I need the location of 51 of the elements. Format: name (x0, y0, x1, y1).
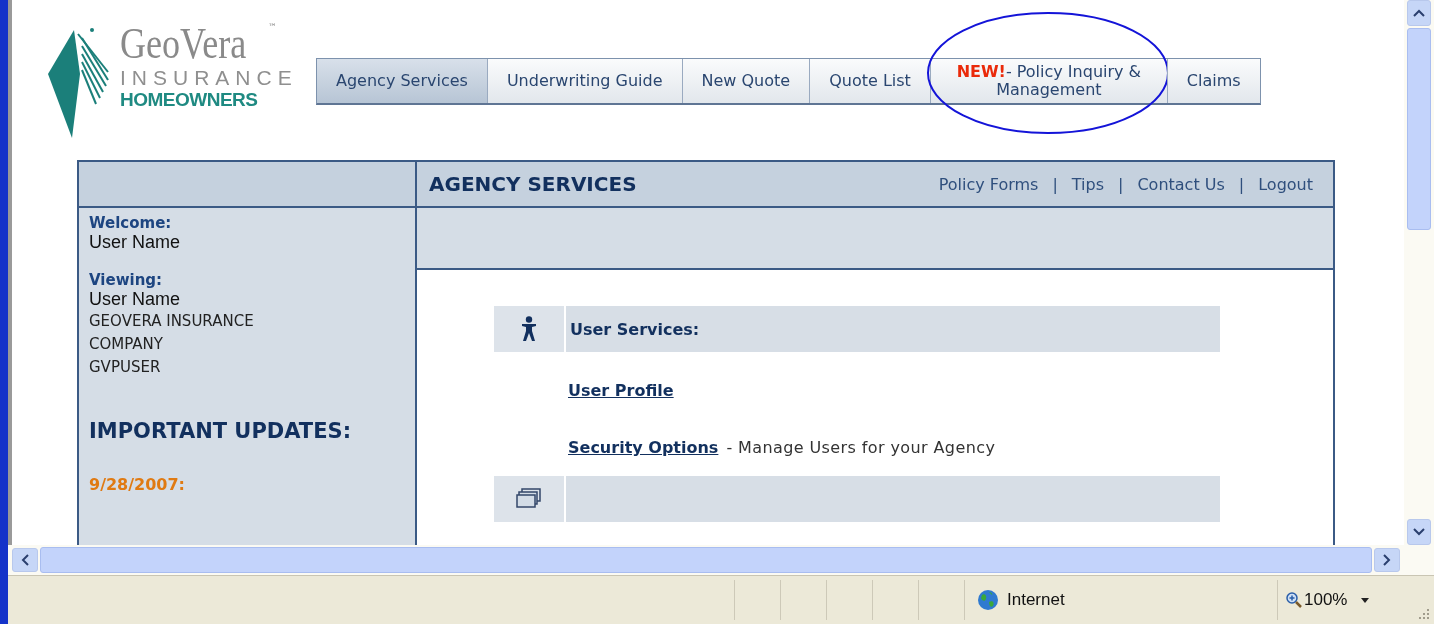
link-separator: | (1118, 174, 1124, 194)
scroll-down-button[interactable] (1407, 519, 1431, 545)
section-title: User Services: (570, 319, 700, 339)
scroll-right-button[interactable] (1374, 548, 1400, 572)
vertical-scrollbar[interactable] (1404, 0, 1434, 545)
scroll-thumb[interactable] (1407, 28, 1431, 230)
nav-tab[interactable]: New Quote (681, 59, 810, 103)
link-description: - Manage Users for your Agency (726, 438, 996, 457)
logo-homeowners: HOMEOWNERS (120, 89, 259, 112)
magnifier-icon (1286, 592, 1302, 608)
scroll-left-button[interactable] (12, 548, 38, 572)
scrollbar-corner (1404, 545, 1434, 575)
section-link[interactable]: Security Options (568, 438, 719, 457)
header-link[interactable]: Contact Us (1137, 174, 1225, 194)
user-name: User Name (89, 289, 182, 310)
trademark: ™ (268, 22, 277, 34)
update-date: 9/28/2007: (89, 475, 186, 494)
nav-tab[interactable]: Claims (1166, 59, 1260, 103)
viewing-label: Viewing: (89, 271, 164, 289)
viewing-detail: GEOVERA INSURANCE (89, 311, 255, 332)
nav-tab[interactable]: NEW!- Policy Inquiry & Management (929, 59, 1167, 103)
link-separator: | (1052, 174, 1058, 194)
zoom-button[interactable]: 100% (1286, 590, 1348, 610)
section-link[interactable]: User Profile (568, 381, 674, 400)
chevron-down-icon (1413, 528, 1425, 536)
globe-icon (977, 589, 999, 611)
nav-tab[interactable]: Agency Services (317, 59, 487, 103)
chevron-left-icon (21, 554, 29, 566)
chevron-up-icon (1413, 9, 1425, 17)
link-separator: | (1238, 174, 1245, 194)
header-link[interactable]: Tips (1071, 174, 1105, 194)
security-zone: Internet (1007, 590, 1065, 610)
person-icon (521, 316, 537, 342)
viewing-detail: COMPANY (89, 334, 164, 355)
header-link[interactable]: Policy Forms (938, 174, 1039, 194)
scroll-thumb[interactable] (40, 547, 1372, 573)
viewing-detail: GVPUSER (89, 357, 162, 378)
resize-grip-icon[interactable] (1416, 606, 1430, 620)
header-link[interactable]: Logout (1258, 174, 1313, 194)
chevron-right-icon (1383, 554, 1391, 566)
horizontal-scrollbar[interactable] (8, 545, 1404, 575)
panel-title: AGENCY SERVICES (429, 172, 637, 196)
logo-insurance: INSURANCE (120, 66, 298, 90)
user-name: User Name (89, 232, 182, 253)
nav-tab[interactable]: Quote List (809, 59, 930, 103)
nav-tab[interactable]: Underwriting Guide (486, 59, 682, 103)
welcome-label: Welcome: (89, 214, 173, 232)
scroll-up-button[interactable] (1407, 0, 1431, 26)
dropdown-caret-icon[interactable] (1361, 597, 1370, 603)
updates-title: IMPORTANT UPDATES: (89, 419, 353, 443)
documents-icon (516, 488, 542, 510)
